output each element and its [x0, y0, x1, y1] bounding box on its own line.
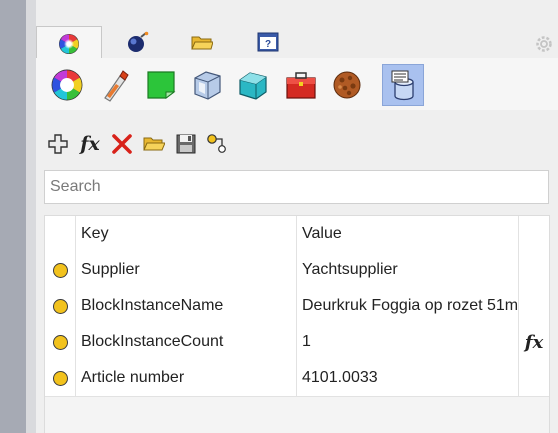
green-material-icon: [147, 71, 176, 99]
glass-cube-icon: [194, 71, 221, 100]
delete-button[interactable]: [108, 130, 136, 158]
row-status-cell: [45, 324, 76, 360]
search-input[interactable]: [45, 171, 548, 203]
panel-button-toolbox[interactable]: [280, 64, 322, 106]
properties-panel: ? fx Search Key Value Supplier Yachtsupp…: [36, 0, 558, 433]
status-dot-icon: [52, 262, 68, 278]
table-row[interactable]: Article number 4101.0033: [45, 360, 549, 397]
color-wheel-icon: [51, 69, 83, 101]
row-value[interactable]: Deurkruk Foggia op rozet 51mm: [297, 288, 519, 324]
save-button[interactable]: [172, 130, 200, 158]
column-header-key[interactable]: Key: [75, 216, 297, 252]
row-status-cell: [45, 288, 76, 324]
table-header-row: Key Value: [45, 216, 549, 253]
delete-icon: [112, 134, 132, 154]
link-nodes-icon: [207, 134, 226, 153]
row-key[interactable]: BlockInstanceName: [75, 288, 297, 324]
teal-box-icon: [239, 72, 267, 100]
header-fx-cell: [519, 216, 549, 252]
color-wheel-icon: [59, 33, 79, 54]
row-fx[interactable]: [519, 252, 549, 288]
panel-button-material[interactable]: [140, 64, 182, 106]
row-fx[interactable]: [519, 288, 549, 324]
function-button[interactable]: fx: [76, 130, 104, 158]
panel-button-color[interactable]: [46, 64, 88, 106]
panel-tabs: ?: [36, 26, 558, 60]
row-status-cell: [45, 360, 76, 396]
row-key[interactable]: Supplier: [75, 252, 297, 288]
user-text-table: Key Value Supplier Yachtsupplier BlockIn…: [44, 215, 550, 433]
table-row[interactable]: BlockInstanceCount 1 fx: [45, 324, 549, 361]
paint-tube-icon: [104, 70, 129, 102]
function-icon: fx: [80, 133, 100, 155]
column-header-value[interactable]: Value: [297, 216, 519, 252]
panel-button-environment[interactable]: [186, 64, 228, 106]
link-button[interactable]: [204, 130, 232, 158]
open-folder-icon: [143, 137, 165, 151]
table-row[interactable]: BlockInstanceName Deurkruk Foggia op roz…: [45, 288, 549, 325]
status-dot-icon: [52, 334, 68, 350]
user-text-toolbar: fx: [36, 126, 558, 162]
panel-button-object[interactable]: [232, 64, 274, 106]
panel-button-paint[interactable]: [94, 64, 136, 106]
database-icon: [391, 70, 414, 101]
status-dot-icon: [52, 370, 68, 386]
tab-color[interactable]: [36, 26, 102, 60]
gear-icon[interactable]: [534, 34, 554, 54]
add-icon: [48, 134, 68, 154]
row-status-cell: [45, 252, 76, 288]
status-dot-icon: [52, 298, 68, 314]
search-box: [44, 170, 549, 204]
save-icon: [176, 134, 196, 154]
row-key[interactable]: BlockInstanceCount: [75, 324, 297, 360]
texture-ball-icon: [333, 71, 361, 99]
row-value[interactable]: 1: [297, 324, 519, 360]
row-fx[interactable]: fx: [519, 324, 549, 360]
panel-button-texture[interactable]: [326, 64, 368, 106]
help-icon: ?: [257, 32, 279, 52]
red-toolbox-icon: [286, 72, 316, 99]
add-button[interactable]: [44, 130, 72, 158]
open-button[interactable]: [140, 130, 168, 158]
header-status-cell: [45, 216, 76, 252]
folder-icon: [191, 36, 213, 50]
row-key[interactable]: Article number: [75, 360, 297, 396]
tab-help[interactable]: ?: [236, 26, 300, 58]
render-sphere-icon: [128, 31, 149, 52]
left-dock-strip: [0, 0, 26, 433]
row-fx[interactable]: [519, 360, 549, 396]
dock-splitter[interactable]: [26, 0, 36, 433]
tab-files[interactable]: [170, 26, 234, 58]
panel-icon-row: [36, 58, 558, 110]
panel-button-user-text[interactable]: [382, 64, 424, 106]
svg-text:?: ?: [265, 39, 271, 50]
tab-rendering[interactable]: [106, 26, 170, 58]
table-row[interactable]: Supplier Yachtsupplier: [45, 252, 549, 289]
row-value[interactable]: 4101.0033: [297, 360, 519, 396]
row-value[interactable]: Yachtsupplier: [297, 252, 519, 288]
